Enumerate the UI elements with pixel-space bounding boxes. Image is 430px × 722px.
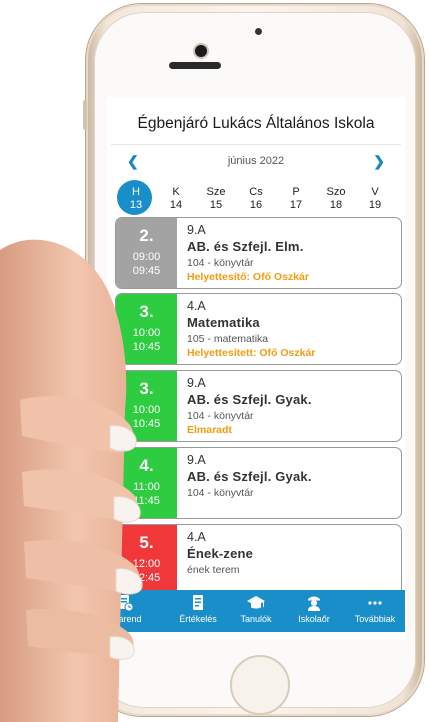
lesson-card[interactable]: 3. 10:00 10:45 9.A AB. és Szfejl. Gyak. … bbox=[115, 370, 402, 442]
day-name: Sze bbox=[206, 186, 226, 198]
tab-label: Iskolaőr bbox=[298, 614, 330, 624]
lesson-class: 4.A bbox=[187, 299, 206, 313]
tab-label: Továbbiak bbox=[354, 614, 396, 624]
lesson-note: Elmaradt bbox=[187, 424, 232, 436]
lesson-note: Helyettesített: Ofő Oszkár bbox=[187, 347, 316, 359]
lesson-note: Helyettesítő: Ofő Oszkár bbox=[187, 271, 309, 283]
tab-label: Tanulók bbox=[240, 614, 272, 624]
chevron-right-icon[interactable]: ❯ bbox=[373, 153, 385, 170]
lesson-subject: AB. és Szfejl. Elm. bbox=[187, 239, 304, 254]
day-mon[interactable]: H 13 bbox=[118, 186, 154, 212]
day-name: H bbox=[132, 186, 140, 198]
lesson-card[interactable]: 2. 09:00 09:45 9.A AB. és Szfejl. Elm. 1… bbox=[115, 217, 402, 289]
month-navigator: ❮ június 2022 ❯ bbox=[107, 153, 405, 171]
lesson-details: 4.A Matematika 105 - matematika Helyette… bbox=[187, 299, 395, 359]
day-sun[interactable]: V 19 bbox=[357, 186, 393, 212]
lesson-subject: AB. és Szfejl. Gyak. bbox=[187, 392, 312, 407]
day-date: 14 bbox=[169, 199, 183, 211]
lesson-card[interactable]: 3. 10:00 10:45 4.A Matematika 105 - mate… bbox=[115, 293, 402, 365]
lesson-subject: Matematika bbox=[187, 315, 260, 330]
lesson-details: 9.A AB. és Szfejl. Gyak. 104 - könyvtár bbox=[187, 453, 395, 499]
day-name: Cs bbox=[249, 186, 263, 198]
lesson-room: 105 - matematika bbox=[187, 333, 269, 345]
mute-switch bbox=[83, 100, 87, 130]
tab-label: Értékelés bbox=[179, 614, 217, 624]
tab-school-guard[interactable]: Iskolaőr bbox=[284, 590, 344, 632]
tab-more[interactable]: Továbbiak bbox=[345, 590, 405, 632]
day-name: P bbox=[292, 186, 300, 198]
lesson-class: 4.A bbox=[187, 530, 206, 544]
day-thu[interactable]: Cs 16 bbox=[238, 186, 274, 212]
tab-grades[interactable]: Értékelés bbox=[168, 590, 228, 632]
tab-students[interactable]: Tanulók bbox=[226, 590, 286, 632]
lesson-class: 9.A bbox=[187, 223, 206, 237]
hand-illustration bbox=[0, 239, 143, 722]
month-label: június 2022 bbox=[227, 155, 285, 167]
day-date: 16 bbox=[249, 199, 263, 211]
day-sat[interactable]: Szo 18 bbox=[318, 186, 354, 212]
day-fri[interactable]: P 17 bbox=[278, 186, 314, 212]
app-screen: Égbenjáró Lukács Általános Iskola ❮ júni… bbox=[107, 97, 405, 640]
day-name: V bbox=[371, 186, 379, 198]
lesson-details: 9.A AB. és Szfejl. Elm. 104 - könyvtár H… bbox=[187, 223, 395, 283]
front-camera-icon bbox=[195, 45, 207, 57]
lesson-subject: AB. és Szfejl. Gyak. bbox=[187, 469, 312, 484]
bottom-tab-bar: Órarend Értékelés Tanulók Iskolaőr Továb… bbox=[107, 590, 405, 632]
day-name: K bbox=[172, 186, 180, 198]
lesson-subject: Ének-zene bbox=[187, 546, 254, 561]
day-date: 18 bbox=[329, 199, 343, 211]
guard-icon bbox=[308, 596, 320, 611]
lesson-room: 104 - könyvtár bbox=[187, 410, 254, 422]
day-date: 19 bbox=[368, 199, 382, 211]
lesson-class: 9.A bbox=[187, 376, 206, 390]
lesson-room: ének terem bbox=[187, 564, 240, 576]
week-days: H 13 K 14 Sze 15 Cs 16 P 17 Szo 18 V 19 bbox=[115, 181, 397, 213]
speaker-grille bbox=[169, 62, 221, 69]
lesson-room: 104 - könyvtár bbox=[187, 257, 254, 269]
lesson-details: 4.A Ének-zene ének terem bbox=[187, 530, 395, 576]
more-icon bbox=[368, 601, 382, 605]
day-name: Szo bbox=[326, 186, 346, 198]
grades-icon bbox=[193, 595, 203, 610]
day-tue[interactable]: K 14 bbox=[158, 186, 194, 212]
day-date: 17 bbox=[289, 199, 303, 211]
lesson-room: 104 - könyvtár bbox=[187, 487, 254, 499]
lesson-class: 9.A bbox=[187, 453, 206, 467]
school-title: Égbenjáró Lukács Általános Iskola bbox=[137, 115, 375, 132]
graduation-cap-icon bbox=[247, 596, 265, 609]
lesson-card[interactable]: 4. 11:00 11:45 9.A AB. és Szfejl. Gyak. … bbox=[115, 447, 402, 519]
day-date: 15 bbox=[209, 199, 223, 211]
home-button[interactable] bbox=[230, 655, 290, 715]
day-wed[interactable]: Sze 15 bbox=[198, 186, 234, 212]
lesson-card[interactable]: 5. 12:00 12:45 4.A Ének-zene ének terem bbox=[115, 524, 402, 596]
lesson-details: 9.A AB. és Szfejl. Gyak. 104 - könyvtár … bbox=[187, 376, 395, 436]
divider bbox=[111, 144, 401, 145]
earpiece-dot bbox=[255, 28, 262, 35]
